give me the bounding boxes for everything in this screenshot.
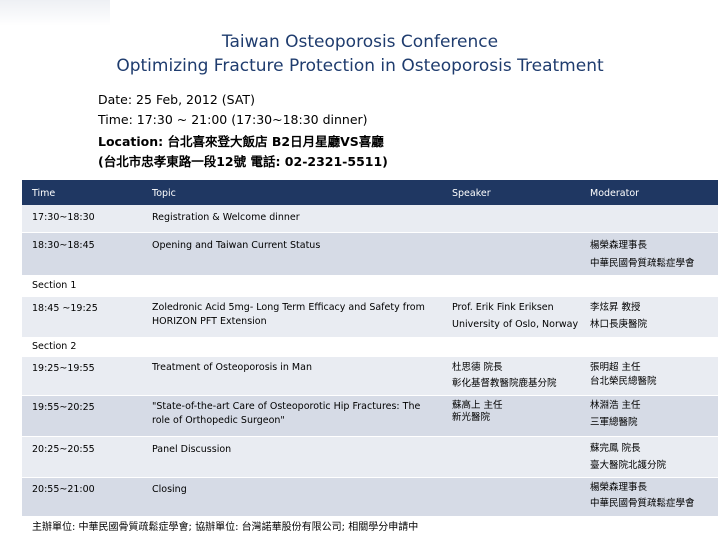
row-moderator: 蘇完鳳 院長 — [590, 443, 641, 454]
agenda-row: 18:30~18:45 Opening and Taiwan Current S… — [22, 233, 718, 276]
row-moderator-affiliation: 臺大醫院北護分院 — [590, 460, 667, 471]
row-time: 17:30~18:30 — [32, 212, 95, 223]
row-time: 18:30~18:45 — [32, 240, 95, 251]
row-topic: Treatment of Osteoporosis in Man — [152, 362, 312, 373]
section-row: Section 1 — [22, 276, 718, 297]
row-time: 19:55~20:25 — [32, 402, 95, 413]
row-moderator: 李炫昇 教授 — [590, 302, 641, 313]
row-time: 20:55~21:00 — [32, 484, 95, 495]
row-time: 18:45 ~19:25 — [32, 303, 98, 314]
conference-title: Taiwan Osteoporosis Conference — [221, 32, 499, 52]
row-speaker: Prof. Erik Fink Eriksen — [452, 302, 554, 313]
row-moderator-affiliation: 三軍總醫院 — [590, 417, 638, 428]
agenda-row: 19:25~19:55 Treatment of Osteoporosis in… — [22, 357, 718, 396]
agenda-row: 20:55~21:00 Closing 楊榮森理事長 中華民國骨質疏鬆症學會 — [22, 478, 718, 517]
row-time: 19:25~19:55 — [32, 363, 95, 374]
row-speaker-affiliation: 新光醫院 — [452, 412, 491, 423]
event-date: Date: 25 Feb, 2012 (SAT) — [98, 92, 255, 107]
section-label: Section 2 — [32, 341, 77, 352]
row-time: 20:25~20:55 — [32, 444, 95, 455]
header-speaker: Speaker — [452, 188, 491, 199]
conference-subtitle: Optimizing Fracture Protection in Osteop… — [116, 56, 604, 76]
agenda-table: Time Topic Speaker Moderator 17:30~18:30… — [22, 180, 718, 517]
row-moderator-affiliation: 中華民國骨質疏鬆症學會 — [590, 258, 695, 269]
row-speaker: 杜思德 院長 — [452, 362, 503, 373]
agenda-row: 18:45 ~19:25 Zoledronic Acid 5mg- Long T… — [22, 297, 718, 338]
row-moderator-affiliation: 中華民國骨質疏鬆症學會 — [590, 498, 695, 509]
row-moderator: 張明超 主任 — [590, 362, 641, 373]
section-label: Section 1 — [32, 280, 77, 291]
row-moderator: 林淵浩 主任 — [590, 400, 641, 411]
row-speaker-affiliation: 彰化基督教醫院鹿基分院 — [452, 378, 557, 389]
corner-gradient-decoration — [0, 0, 110, 26]
row-moderator: 楊榮森理事長 — [590, 482, 648, 493]
section-row: Section 2 — [22, 338, 718, 357]
row-topic: "State-of-the-art Care of Osteoporotic H… — [152, 401, 421, 426]
header-time: Time — [32, 188, 56, 199]
row-topic: Opening and Taiwan Current Status — [152, 240, 321, 251]
row-topic: Zoledronic Acid 5mg- Long Term Efficacy … — [152, 302, 425, 327]
row-topic: Closing — [152, 484, 187, 495]
agenda-header-row: Time Topic Speaker Moderator — [22, 180, 718, 205]
organizer-footer: 主辦單位: 中華民國骨質疏鬆症學會; 協辦單位: 台灣諾華股份有限公司; 相關學… — [32, 522, 419, 533]
row-moderator-affiliation: 台北榮民總醫院 — [590, 376, 657, 387]
agenda-row: 17:30~18:30 Registration & Welcome dinne… — [22, 205, 718, 233]
row-moderator: 楊榮森理事長 — [590, 240, 648, 251]
row-moderator-affiliation: 林口長庚醫院 — [590, 319, 648, 330]
agenda-row: 19:55~20:25 "State-of-the-art Care of Os… — [22, 396, 718, 437]
row-speaker-affiliation: University of Oslo, Norway — [452, 319, 579, 330]
event-location: Location: 台北喜來登大飯店 B2日月星廳VS喜廳 — [98, 134, 384, 149]
header-topic: Topic — [152, 188, 176, 199]
row-topic: Registration & Welcome dinner — [152, 212, 300, 223]
header-moderator: Moderator — [590, 188, 640, 199]
agenda-row: 20:25~20:55 Panel Discussion 蘇完鳳 院長 臺大醫院… — [22, 437, 718, 478]
event-address: (台北市忠孝東路一段12號 電話: 02-2321-5511) — [98, 154, 388, 169]
event-time: Time: 17:30 ~ 21:00 (17:30~18:30 dinner) — [98, 112, 368, 127]
row-topic: Panel Discussion — [152, 444, 232, 455]
